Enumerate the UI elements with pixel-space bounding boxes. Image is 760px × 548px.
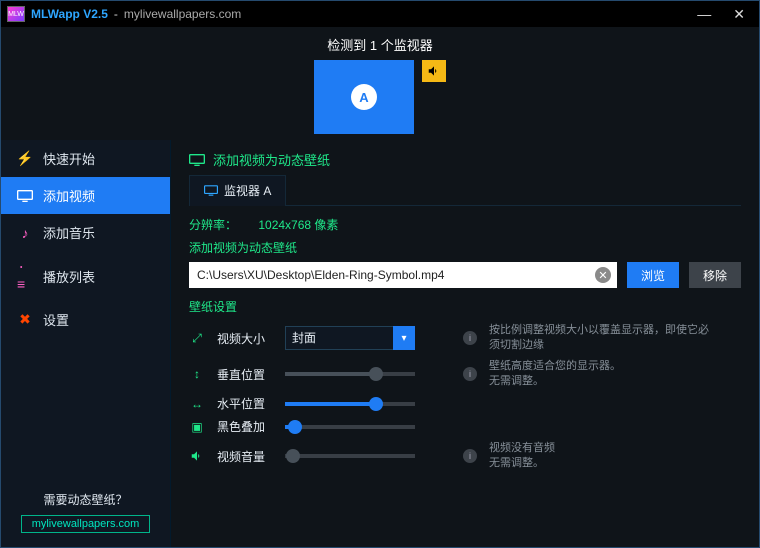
- video-size-hint: 按比例调整视频大小以覆盖显示器，即使它必须切割边缘: [489, 323, 709, 353]
- resize-icon: ⤢: [189, 331, 205, 346]
- footer-question: 需要动态壁纸？: [15, 491, 156, 508]
- vpos-slider[interactable]: [285, 372, 415, 376]
- info-icon[interactable]: i: [463, 449, 477, 463]
- overlay-label: 黑色叠加: [217, 418, 273, 435]
- volume-label: 视频音量: [217, 448, 273, 465]
- sound-toggle[interactable]: [422, 60, 446, 82]
- volume-slider[interactable]: [285, 454, 415, 458]
- remove-button[interactable]: 移除: [689, 262, 741, 288]
- minimize-button[interactable]: —: [689, 6, 719, 22]
- app-subtitle: mylivewallpapers.com: [124, 7, 241, 21]
- video-path-input[interactable]: [189, 262, 617, 288]
- app-logo: [7, 6, 25, 22]
- add-video-label: 添加视频为动态壁纸: [189, 239, 741, 256]
- wallpaper-settings-head: 壁纸设置: [189, 298, 741, 315]
- vol-hint1: 视频没有音频: [489, 442, 555, 454]
- titlebar: MLWapp V2.5 - mylivewallpapers.com — ✕: [1, 1, 759, 27]
- browse-button[interactable]: 浏览: [627, 262, 679, 288]
- bolt-icon: ⚡: [17, 150, 33, 167]
- sidebar-item-addmusic[interactable]: ♪ 添加音乐: [1, 214, 170, 251]
- sidebar-item-quickstart[interactable]: ⚡ 快速开始: [1, 140, 170, 177]
- monitor-header: 检测到 1 个监视器: [1, 27, 759, 60]
- music-icon: ♪: [17, 225, 33, 241]
- sidebar: ⚡ 快速开始 添加视频 ♪ 添加音乐 ᛫≡ 播放列表 ✖ 设置: [1, 140, 171, 547]
- volume-icon: [189, 449, 205, 463]
- close-button[interactable]: ✕: [725, 6, 753, 23]
- resolution-value: 1024x768 像素: [258, 218, 338, 232]
- footer-link[interactable]: mylivewallpapers.com: [21, 515, 151, 533]
- resolution-label: 分辨率：: [189, 218, 237, 232]
- vpos-hint2: 无需调整。: [489, 375, 544, 387]
- sidebar-item-settings[interactable]: ✖ 设置: [1, 301, 170, 338]
- sidebar-item-addvideo[interactable]: 添加视频: [1, 177, 170, 214]
- clear-path-icon[interactable]: ✕: [595, 267, 611, 283]
- video-size-select[interactable]: 封面: [285, 326, 415, 350]
- info-icon[interactable]: i: [463, 331, 477, 345]
- hpos-slider[interactable]: [285, 402, 415, 406]
- tools-icon: ✖: [17, 311, 33, 328]
- vertical-icon: ↕: [189, 367, 205, 381]
- vol-hint2: 无需调整。: [489, 457, 544, 469]
- monitor-preview[interactable]: A: [314, 60, 414, 134]
- app-name: MLWapp V2.5: [31, 7, 108, 21]
- horizontal-icon: ↔: [189, 397, 205, 411]
- vpos-label: 垂直位置: [217, 366, 273, 383]
- monitor-icon: [17, 190, 33, 202]
- content-heading: 添加视频为动态壁纸: [189, 150, 741, 169]
- overlay-slider[interactable]: [285, 425, 415, 429]
- playlist-icon: ᛫≡: [17, 260, 33, 292]
- info-icon[interactable]: i: [463, 367, 477, 381]
- monitor-letter: A: [351, 84, 377, 110]
- detected-label: 检测到 1 个监视器: [1, 35, 759, 54]
- content-panel: 添加视频为动态壁纸 监视器 A 分辨率： 1024x768 像素 添加视频为动态…: [171, 140, 759, 547]
- sidebar-item-playlist[interactable]: ᛫≡ 播放列表: [1, 251, 170, 301]
- vpos-hint1: 壁纸高度适合您的显示器。: [489, 360, 621, 372]
- tab-monitor-a[interactable]: 监视器 A: [189, 175, 286, 206]
- video-size-label: 视频大小: [217, 330, 273, 347]
- hpos-label: 水平位置: [217, 395, 273, 412]
- overlay-icon: ▣: [189, 420, 205, 434]
